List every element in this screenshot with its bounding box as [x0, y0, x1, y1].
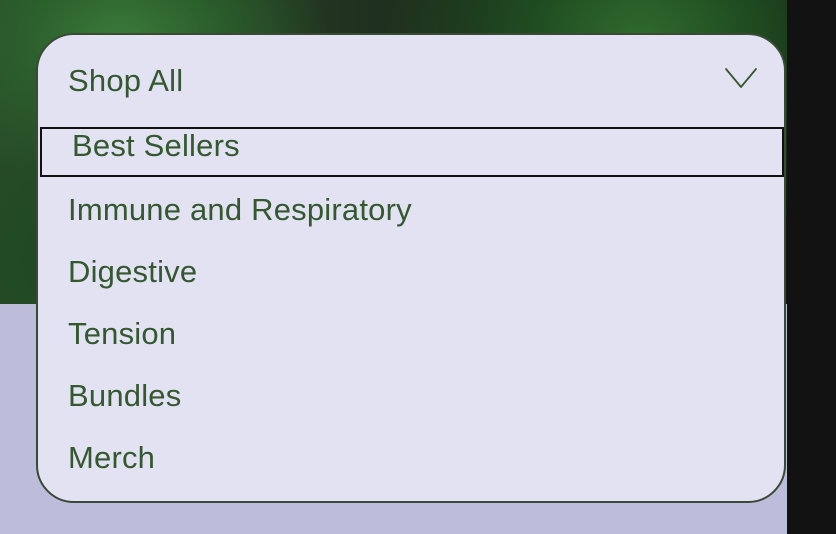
shop-menu-dropdown[interactable]: Shop All Best Sellers Immune and Respira… — [36, 33, 786, 503]
dropdown-toggle[interactable]: Shop All — [38, 35, 784, 127]
dropdown-selected-label: Shop All — [68, 63, 184, 98]
menu-item-best-sellers[interactable]: Best Sellers — [40, 127, 784, 177]
menu-item-tension[interactable]: Tension — [38, 309, 784, 359]
menu-item-merch[interactable]: Merch — [38, 433, 784, 483]
page-right-edge — [787, 0, 836, 534]
chevron-down-icon[interactable] — [724, 65, 758, 91]
menu-item-bundles[interactable]: Bundles — [38, 371, 784, 421]
menu-item-digestive[interactable]: Digestive — [38, 247, 784, 297]
menu-item-immune-and-respiratory[interactable]: Immune and Respiratory — [38, 185, 784, 235]
